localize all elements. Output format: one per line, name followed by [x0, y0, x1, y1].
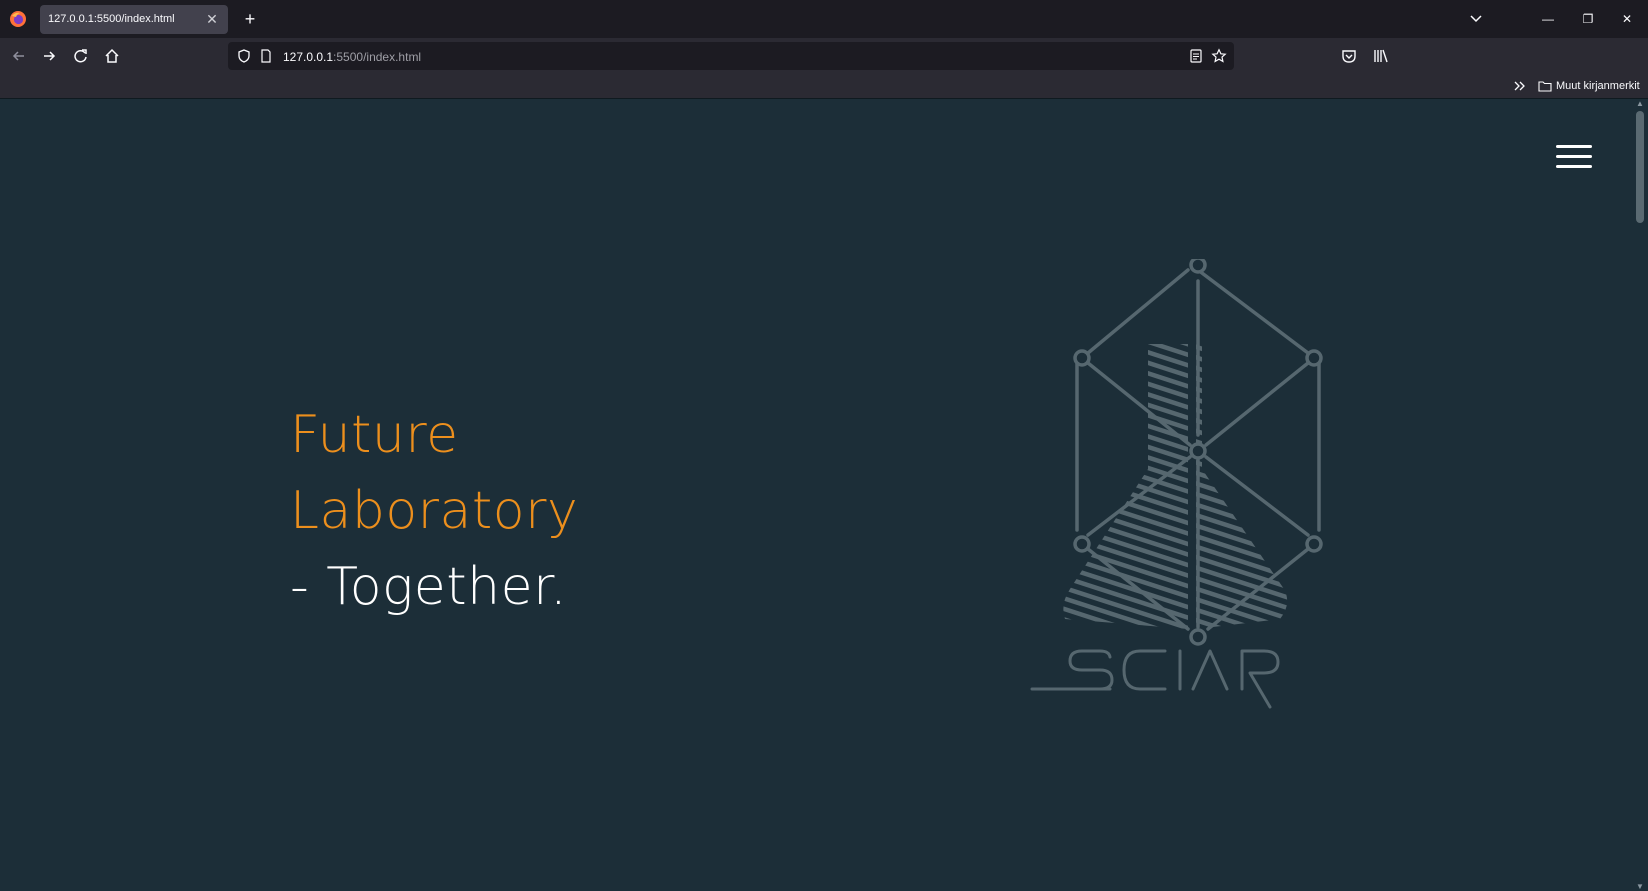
reload-icon[interactable] [70, 46, 92, 66]
url-path: :5500/index.html [333, 50, 422, 64]
forward-icon[interactable] [38, 46, 60, 66]
tab-title: 127.0.0.1:5500/index.html [48, 13, 175, 25]
home-icon[interactable] [101, 46, 123, 66]
hero-line-together: - Together. [290, 557, 568, 617]
url-text[interactable]: 127.0.0.1:5500/index.html [283, 50, 421, 64]
tab-strip: 127.0.0.1:5500/index.html ✕ + — ❐ ✕ [0, 0, 1648, 38]
bookmarks-overflow-icon[interactable] [1512, 78, 1528, 94]
firefox-logo-icon [10, 11, 26, 27]
menu-hamburger-icon[interactable] [1556, 143, 1592, 171]
pocket-icon[interactable] [1338, 46, 1360, 66]
scroll-up-arrow-icon[interactable]: ▲ [1635, 100, 1645, 108]
navigation-toolbar: 127.0.0.1:5500/index.html [0, 38, 1648, 74]
other-bookmarks-label[interactable]: Muut kirjanmerkit [1556, 80, 1640, 92]
hero-heading: Future Laboratory - Together. [290, 397, 578, 625]
url-bar[interactable]: 127.0.0.1:5500/index.html [228, 42, 1234, 70]
window-close-icon[interactable]: ✕ [1612, 8, 1642, 30]
tab-close-icon[interactable]: ✕ [204, 11, 220, 27]
sciar-logo [1030, 259, 1323, 709]
reader-view-icon[interactable] [1188, 48, 1204, 64]
hero-line-laboratory: Laboratory [290, 481, 579, 541]
tracking-shield-icon[interactable] [236, 48, 252, 64]
new-tab-icon[interactable]: + [240, 9, 260, 29]
scroll-thumb[interactable] [1636, 111, 1644, 223]
bookmark-star-icon[interactable] [1211, 48, 1227, 64]
back-icon[interactable] [8, 46, 30, 66]
restore-icon[interactable]: ❐ [1573, 8, 1603, 30]
tab-list-chevron-icon[interactable] [1466, 10, 1486, 28]
folder-icon [1538, 81, 1552, 92]
bookmarks-toolbar: Muut kirjanmerkit [0, 74, 1648, 98]
page-scrollbar[interactable]: ▲ ▼ [1632, 99, 1648, 891]
page-info-icon[interactable] [258, 48, 274, 64]
minimize-icon[interactable]: — [1533, 8, 1563, 30]
library-icon[interactable] [1369, 46, 1391, 66]
hero-line-future: Future [290, 405, 459, 465]
page-viewport: Future Laboratory - Together. ▲ ▼ [0, 98, 1648, 891]
browser-tab[interactable]: 127.0.0.1:5500/index.html ✕ [40, 5, 228, 34]
url-host: 127.0.0.1 [283, 50, 334, 64]
scroll-down-arrow-icon[interactable]: ▼ [1635, 883, 1645, 891]
